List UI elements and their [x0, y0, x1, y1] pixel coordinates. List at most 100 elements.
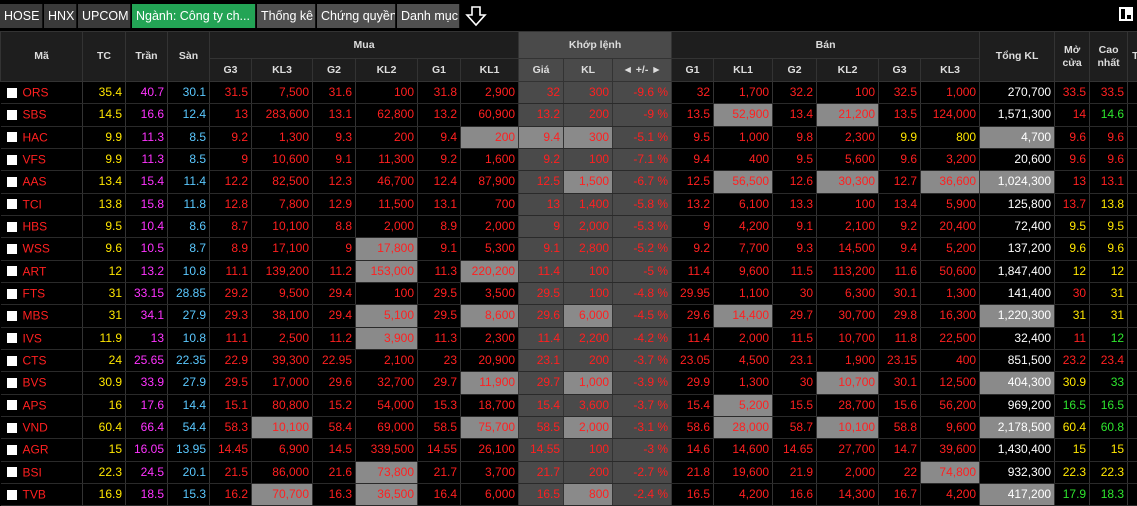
symbol-label[interactable]: FTS — [23, 286, 46, 300]
layout-toggle-icon[interactable] — [1118, 6, 1134, 22]
row-checkbox[interactable] — [7, 445, 17, 455]
row-checkbox[interactable] — [7, 311, 17, 321]
symbol-label[interactable]: MBS — [23, 309, 49, 323]
row-checkbox[interactable] — [7, 132, 17, 142]
row-checkbox[interactable] — [7, 356, 17, 366]
tab-hnx[interactable]: HNX — [44, 4, 77, 28]
table-row[interactable]: TVB16.918.515.316.270,70016.336,50016.46… — [1, 483, 1137, 505]
row-checkbox[interactable] — [7, 490, 17, 500]
cell-symbol[interactable]: VND — [1, 416, 83, 438]
symbol-label[interactable]: SBS — [23, 108, 47, 122]
symbol-label[interactable]: TVB — [23, 487, 46, 501]
row-checkbox[interactable] — [7, 423, 17, 433]
cell-symbol[interactable]: TCI — [1, 193, 83, 215]
col-header-open[interactable]: Mở cửa — [1055, 32, 1090, 82]
symbol-label[interactable]: AAS — [23, 175, 47, 189]
col-header-total-volume[interactable]: Tổng KL — [980, 32, 1055, 82]
table-row[interactable]: AGR1516.0513.9514.456,90014.5339,50014.5… — [1, 439, 1137, 461]
row-checkbox[interactable] — [7, 88, 17, 98]
symbol-label[interactable]: IVS — [23, 331, 42, 345]
symbol-label[interactable]: WSS — [23, 242, 50, 256]
cell-symbol[interactable]: HAC — [1, 126, 83, 148]
cell-bid-kl2: 11,500 — [356, 193, 418, 215]
cell-symbol[interactable]: MBS — [1, 305, 83, 327]
symbol-label[interactable]: TCI — [23, 197, 42, 211]
cell-symbol[interactable]: FTS — [1, 282, 83, 304]
col-header-ceiling[interactable]: Trần — [126, 32, 168, 82]
symbol-label[interactable]: ART — [23, 264, 47, 278]
table-row[interactable]: CTS2425.6522.3522.939,30022.952,1002320,… — [1, 349, 1137, 371]
table-row[interactable]: HAC9.911.38.59.21,3009.32009.42009.4300-… — [1, 126, 1137, 148]
row-checkbox[interactable] — [7, 289, 17, 299]
col-header-floor[interactable]: Sàn — [168, 32, 210, 82]
row-checkbox[interactable] — [7, 400, 17, 410]
tab-sector[interactable]: Ngành: Công ty ch... — [132, 4, 256, 28]
table-row[interactable]: VFS9.911.38.5910,6009.111,3009.21,6009.2… — [1, 148, 1137, 170]
table-row[interactable]: VND60.466.454.458.310,10058.469,00058.57… — [1, 416, 1137, 438]
col-header-low[interactable]: Thấ — [1128, 32, 1137, 82]
symbol-label[interactable]: ORS — [23, 85, 49, 99]
symbol-label[interactable]: CTS — [23, 353, 47, 367]
cell-ask-g1: 14.6 — [672, 439, 714, 461]
table-row[interactable]: ART1213.210.811.1139,20011.2153,00011.32… — [1, 260, 1137, 282]
symbol-label[interactable]: HBS — [23, 219, 48, 233]
symbol-label[interactable]: HAC — [23, 130, 48, 144]
row-checkbox[interactable] — [7, 177, 17, 187]
cell-symbol[interactable]: BSI — [1, 461, 83, 483]
col-header-high[interactable]: Cao nhất — [1090, 32, 1128, 82]
col-header-change-toggle[interactable]: ◄ +/- ► — [613, 59, 672, 82]
symbol-label[interactable]: AGR — [23, 443, 49, 457]
cell-bid-kl3: 17,000 — [252, 372, 313, 394]
col-header-ref[interactable]: TC — [83, 32, 126, 82]
table-row[interactable]: MBS3134.127.929.338,10029.45,10029.58,60… — [1, 305, 1137, 327]
symbol-label[interactable]: BSI — [23, 465, 42, 479]
row-checkbox[interactable] — [7, 222, 17, 232]
row-checkbox[interactable] — [7, 333, 17, 343]
cell-symbol[interactable]: ART — [1, 260, 83, 282]
tab-watchlist[interactable]: Danh mục — [397, 4, 460, 28]
col-header-symbol[interactable]: Mã — [1, 32, 83, 82]
tab-hose[interactable]: HOSE — [0, 4, 43, 28]
cell-symbol[interactable]: APS — [1, 394, 83, 416]
table-row[interactable]: WSS9.610.58.78.917,100917,8009.15,3009.1… — [1, 238, 1137, 260]
cell-symbol[interactable]: CTS — [1, 349, 83, 371]
table-row[interactable]: SBS14.516.612.413283,60013.162,80013.260… — [1, 104, 1137, 126]
symbol-label[interactable]: APS — [23, 398, 47, 412]
row-checkbox[interactable] — [7, 110, 17, 120]
cell-symbol[interactable]: HBS — [1, 215, 83, 237]
table-row[interactable]: HBS9.510.48.68.710,1008.82,0008.92,00092… — [1, 215, 1137, 237]
cell-symbol[interactable]: WSS — [1, 238, 83, 260]
tab-upcom[interactable]: UPCOM — [78, 4, 131, 28]
symbol-label[interactable]: VFS — [23, 152, 46, 166]
cell-symbol[interactable]: AAS — [1, 171, 83, 193]
arrow-down-icon[interactable] — [464, 5, 488, 27]
cell-symbol[interactable]: AGR — [1, 439, 83, 461]
table-row[interactable]: TCI13.815.811.812.87,80012.911,50013.170… — [1, 193, 1137, 215]
cell-symbol[interactable]: IVS — [1, 327, 83, 349]
table-row[interactable]: FTS3133.1528.8529.29,50029.410029.53,500… — [1, 282, 1137, 304]
cell-symbol[interactable]: VFS — [1, 148, 83, 170]
tab-warrants[interactable]: Chứng quyền — [317, 4, 396, 28]
cell-match-volume: 200 — [564, 349, 613, 371]
tab-statistics[interactable]: Thống kê — [257, 4, 316, 28]
symbol-label[interactable]: VND — [23, 420, 48, 434]
table-row[interactable]: BVS30.933.927.929.517,00029.632,70029.71… — [1, 372, 1137, 394]
table-row[interactable]: BSI22.324.520.121.586,00021.673,80021.73… — [1, 461, 1137, 483]
cell-symbol[interactable]: TVB — [1, 483, 83, 505]
row-checkbox[interactable] — [7, 244, 17, 254]
row-checkbox[interactable] — [7, 378, 17, 388]
table-row[interactable]: IVS11.91310.811.12,50011.23,90011.32,300… — [1, 327, 1137, 349]
cell-symbol[interactable]: SBS — [1, 104, 83, 126]
row-checkbox[interactable] — [7, 467, 17, 477]
symbol-label[interactable]: BVS — [23, 376, 47, 390]
cell-total-volume: 270,700 — [980, 82, 1055, 104]
table-row[interactable]: AAS13.415.411.412.282,50012.346,70012.48… — [1, 171, 1137, 193]
row-checkbox[interactable] — [7, 266, 17, 276]
cell-bid-kl2: 100 — [356, 82, 418, 104]
row-checkbox[interactable] — [7, 155, 17, 165]
row-checkbox[interactable] — [7, 199, 17, 209]
table-row[interactable]: APS1617.614.415.180,80015.254,00015.318,… — [1, 394, 1137, 416]
cell-symbol[interactable]: ORS — [1, 82, 83, 104]
cell-symbol[interactable]: BVS — [1, 372, 83, 394]
table-row[interactable]: ORS35.440.730.131.57,50031.610031.82,900… — [1, 82, 1137, 104]
